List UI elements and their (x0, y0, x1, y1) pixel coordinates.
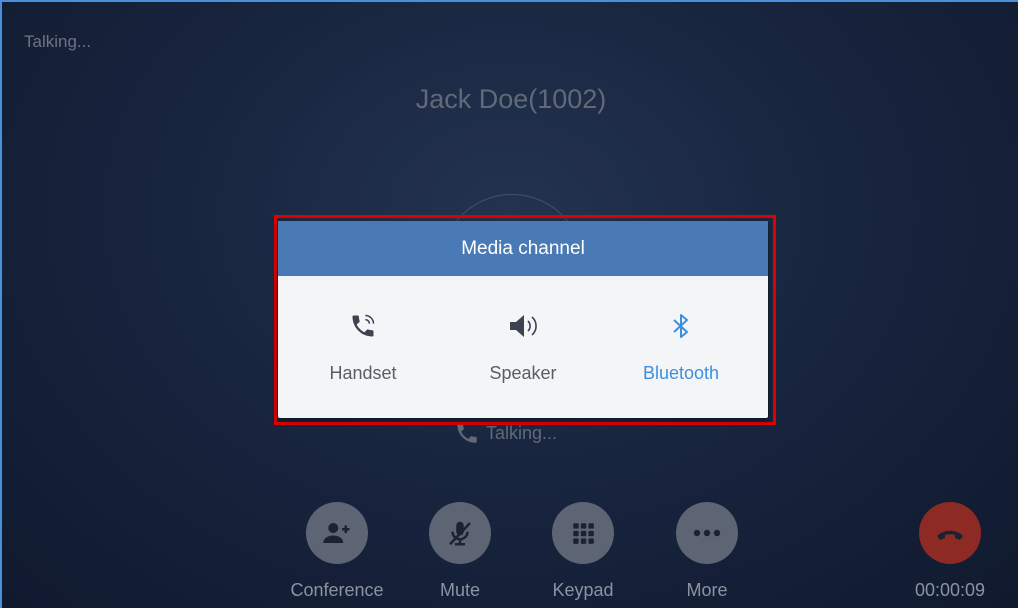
dialog-title: Media channel (278, 221, 768, 276)
handset-label: Handset (329, 363, 397, 383)
media-options: Handset Speaker Bluetooth (278, 276, 768, 418)
mute-button[interactable]: Mute (405, 502, 515, 601)
conference-circle[interactable] (306, 502, 368, 564)
mic-off-icon (449, 521, 471, 546)
keypad-button[interactable]: Keypad (528, 502, 638, 601)
keypad-icon (573, 523, 594, 544)
bluetooth-option[interactable]: Bluetooth (611, 276, 751, 384)
keypad-label: Keypad (552, 580, 614, 600)
handset-icon (352, 314, 375, 337)
call-timer: 00:00:09 (914, 580, 986, 600)
mute-label: Mute (439, 580, 481, 600)
add-user-icon (323, 523, 350, 543)
more-label: More (686, 580, 728, 600)
call-screen: Talking... Jack Doe(1002) Talking... Con… (0, 0, 1018, 608)
handset-option[interactable]: Handset (293, 276, 433, 384)
more-button[interactable]: More (652, 502, 762, 601)
keypad-circle[interactable] (552, 502, 614, 564)
media-channel-dialog: Media channel Handset Speaker Bluetooth (278, 221, 768, 418)
hang-up-circle[interactable] (919, 502, 981, 564)
conference-button[interactable]: Conference (282, 502, 392, 601)
speaker-option[interactable]: Speaker (453, 276, 593, 384)
more-circle[interactable] (676, 502, 738, 564)
bluetooth-label: Bluetooth (642, 363, 720, 383)
bluetooth-icon (673, 314, 688, 338)
speaker-label: Speaker (489, 363, 557, 383)
conference-label: Conference (290, 580, 384, 600)
mute-circle[interactable] (429, 502, 491, 564)
hang-up-icon (937, 530, 963, 540)
more-icon (693, 529, 721, 537)
speaker-icon (510, 315, 537, 337)
hang-up-button[interactable]: 00:00:09 (895, 502, 1005, 601)
call-actions: Conference Mute Keypad More 00:00:09 (2, 502, 1018, 608)
